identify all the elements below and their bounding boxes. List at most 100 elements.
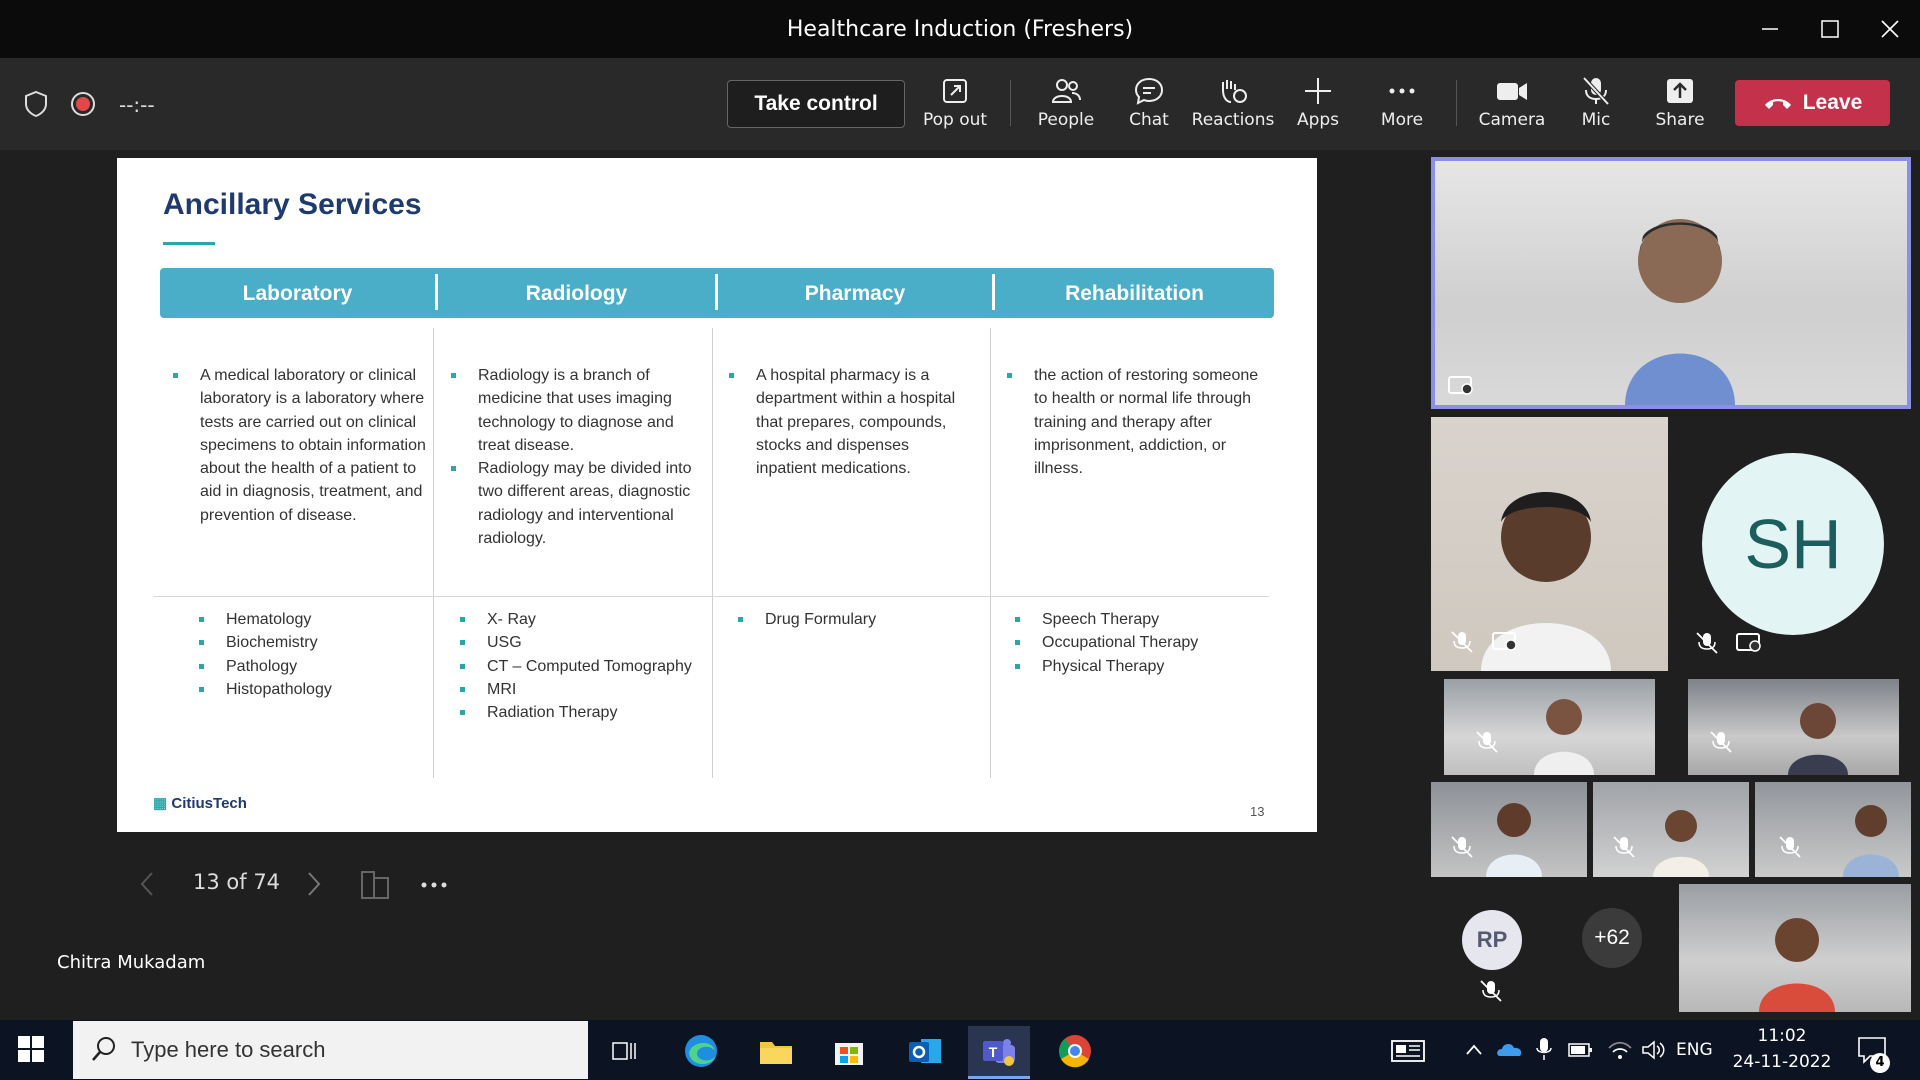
participant-silhouette bbox=[1653, 800, 1709, 877]
participant-silhouette bbox=[1486, 792, 1542, 877]
pop-out-label: Pop out bbox=[922, 110, 988, 130]
reactions-icon bbox=[1222, 80, 1247, 103]
battery-icon[interactable] bbox=[1567, 1040, 1595, 1064]
mic-off-icon bbox=[1449, 629, 1475, 655]
shared-slide: Ancillary Services Laboratory Radiology … bbox=[117, 158, 1317, 832]
mic-button[interactable]: Mic bbox=[1553, 70, 1639, 150]
hang-up-icon bbox=[1764, 99, 1791, 109]
more-participants-button[interactable]: +62 bbox=[1582, 908, 1642, 968]
pop-out-button[interactable]: Pop out bbox=[912, 70, 998, 150]
column-divider bbox=[433, 328, 434, 778]
onedrive-icon[interactable] bbox=[1496, 1040, 1524, 1064]
people-label: People bbox=[1037, 110, 1095, 130]
take-control-button[interactable]: Take control bbox=[727, 80, 905, 128]
list-item: Histopathology bbox=[199, 678, 426, 701]
participant-video-tile[interactable] bbox=[1593, 782, 1749, 877]
pin-video-icon[interactable] bbox=[1735, 630, 1763, 658]
slide-grid-icon[interactable] bbox=[360, 870, 390, 904]
camera-icon bbox=[1497, 83, 1527, 100]
radiology-desc-text-2: Radiology may be divided into two differ… bbox=[451, 457, 703, 550]
presenter-name: Chitra Mukadam bbox=[57, 952, 206, 973]
shield-icon[interactable] bbox=[23, 90, 49, 122]
microphone-tray-icon bbox=[1536, 1036, 1552, 1066]
apps-button[interactable]: Apps bbox=[1275, 70, 1361, 150]
list-item: Speech Therapy bbox=[1015, 608, 1262, 631]
leave-button[interactable]: Leave bbox=[1735, 80, 1890, 126]
reactions-button[interactable]: Reactions bbox=[1190, 70, 1276, 150]
participant-silhouette bbox=[1625, 206, 1735, 405]
participant-avatar-sh[interactable]: SH bbox=[1702, 453, 1884, 635]
participant-video-tile[interactable] bbox=[1431, 417, 1668, 671]
header-laboratory: Laboratory bbox=[242, 282, 353, 305]
windows-start-icon[interactable] bbox=[18, 1036, 44, 1066]
laboratory-desc-text: A medical laboratory or clinical laborat… bbox=[173, 364, 430, 527]
svg-text:T: T bbox=[989, 1044, 998, 1060]
microsoft-store-icon[interactable] bbox=[818, 1026, 880, 1076]
mic-off-icon bbox=[1611, 834, 1637, 860]
participant-video-tile[interactable] bbox=[1755, 782, 1911, 877]
leave-label: Leave bbox=[1802, 91, 1863, 114]
notification-count-badge: 4 bbox=[1870, 1053, 1890, 1073]
people-icon bbox=[1051, 79, 1081, 103]
title-underline bbox=[163, 242, 215, 245]
people-button[interactable]: People bbox=[1023, 70, 1109, 150]
citiustech-logo: ▦ CitiusTech bbox=[153, 795, 247, 812]
pharmacy-list: Drug Formulary bbox=[738, 608, 975, 631]
news-widget-icon[interactable] bbox=[1390, 1038, 1426, 1068]
list-item: CT – Computed Tomography bbox=[460, 655, 707, 678]
search-icon bbox=[90, 1035, 118, 1067]
participant-video-tile[interactable] bbox=[1431, 782, 1587, 877]
edge-browser-icon[interactable] bbox=[670, 1026, 732, 1076]
header-radiology: Radiology bbox=[525, 282, 628, 305]
laboratory-list: Hematology Biochemistry Pathology Histop… bbox=[199, 608, 426, 701]
mic-off-icon bbox=[1582, 76, 1610, 106]
more-icon bbox=[1389, 88, 1415, 94]
radiology-desc-text-1: Radiology is a branch of medicine that u… bbox=[451, 364, 703, 457]
next-slide-icon[interactable] bbox=[304, 870, 324, 902]
clock-time[interactable]: 11:02 bbox=[1742, 1026, 1822, 1046]
file-explorer-icon[interactable] bbox=[745, 1026, 807, 1076]
laboratory-description: A medical laboratory or clinical laborat… bbox=[173, 364, 430, 527]
slide-title: Ancillary Services bbox=[163, 188, 422, 221]
list-item: Biochemistry bbox=[199, 631, 426, 654]
pin-video-icon[interactable] bbox=[1491, 629, 1519, 657]
share-button[interactable]: Share bbox=[1637, 70, 1723, 150]
chevron-up-icon[interactable] bbox=[1464, 1042, 1484, 1062]
header-rehabilitation: Rehabilitation bbox=[1065, 282, 1204, 305]
previous-slide-icon[interactable] bbox=[137, 870, 157, 902]
maximize-icon[interactable] bbox=[1810, 10, 1850, 48]
list-item: USG bbox=[460, 631, 707, 654]
mic-off-icon bbox=[1478, 978, 1504, 1004]
chat-button[interactable]: Chat bbox=[1106, 70, 1192, 150]
clock-date[interactable]: 24-11-2022 bbox=[1722, 1052, 1842, 1072]
volume-icon[interactable] bbox=[1640, 1038, 1666, 1066]
mic-off-icon bbox=[1694, 630, 1720, 656]
slide-counter: 13 of 74 bbox=[193, 870, 281, 894]
header-pharmacy: Pharmacy bbox=[804, 282, 906, 305]
outlook-icon[interactable] bbox=[894, 1026, 956, 1076]
language-indicator[interactable]: ENG bbox=[1676, 1040, 1713, 1060]
task-view-icon[interactable] bbox=[593, 1026, 655, 1076]
apps-label: Apps bbox=[1296, 110, 1340, 130]
list-item: Radiation Therapy bbox=[460, 701, 707, 724]
pin-video-icon[interactable] bbox=[1447, 373, 1475, 401]
participant-silhouette bbox=[1788, 693, 1848, 775]
presenter-video-tile[interactable] bbox=[1431, 157, 1911, 409]
more-button[interactable]: More bbox=[1359, 70, 1445, 150]
participant-avatar-rp[interactable]: RP bbox=[1462, 910, 1522, 970]
participant-silhouette bbox=[1759, 904, 1835, 1012]
wifi-icon[interactable] bbox=[1607, 1038, 1633, 1066]
slide-more-icon[interactable] bbox=[420, 876, 450, 898]
participant-video-tile[interactable] bbox=[1688, 679, 1899, 775]
teams-icon[interactable]: T bbox=[968, 1026, 1030, 1079]
list-item: Occupational Therapy bbox=[1015, 631, 1262, 654]
minimize-icon[interactable] bbox=[1750, 10, 1790, 48]
participant-video-tile[interactable] bbox=[1679, 884, 1911, 1012]
mic-label: Mic bbox=[1581, 110, 1611, 130]
radiology-description: Radiology is a branch of medicine that u… bbox=[451, 364, 703, 550]
camera-button[interactable]: Camera bbox=[1469, 70, 1555, 150]
participant-video-tile[interactable] bbox=[1444, 679, 1655, 775]
mic-off-icon bbox=[1777, 834, 1803, 860]
close-icon[interactable] bbox=[1870, 10, 1910, 48]
chrome-icon[interactable] bbox=[1044, 1026, 1106, 1076]
